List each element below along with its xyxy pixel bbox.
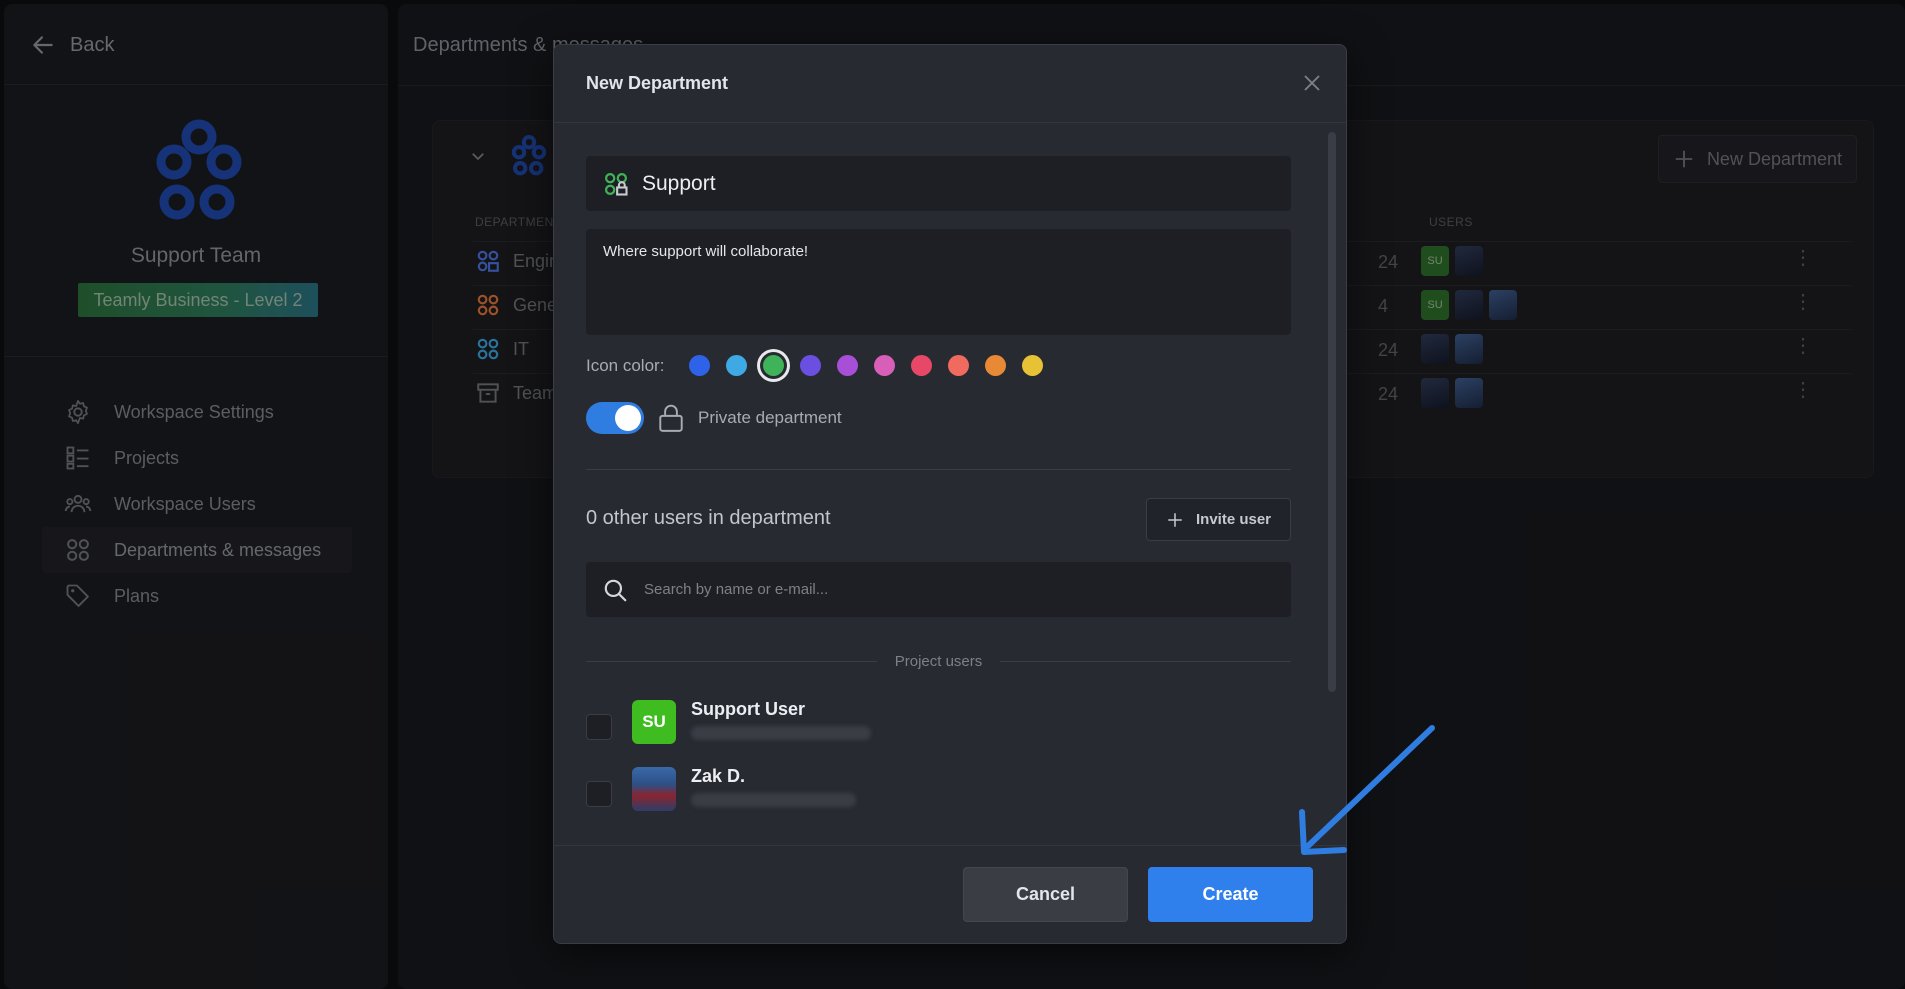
user-search[interactable]	[586, 562, 1291, 617]
department-icon	[604, 172, 628, 196]
plus-icon	[1168, 512, 1182, 527]
department-description-field[interactable]: Where support will collaborate!	[586, 229, 1291, 335]
close-icon[interactable]	[1298, 69, 1326, 97]
icon-color-picker: Icon color:	[586, 355, 1051, 376]
section-label: Project users	[894, 653, 983, 670]
department-name-input[interactable]	[642, 171, 1242, 196]
create-button[interactable]: Create	[1148, 867, 1313, 922]
annotation-arrow-icon	[1299, 725, 1435, 855]
users-count-label: 0 other users in department	[586, 507, 831, 529]
department-name-field[interactable]	[586, 156, 1291, 211]
avatar	[632, 767, 676, 811]
modal-title: New Department	[554, 45, 1346, 123]
icon-color-label: Icon color:	[586, 355, 665, 375]
scrollbar[interactable]	[1328, 132, 1336, 692]
toggle-knob	[615, 405, 641, 431]
color-swatch-yellow[interactable]	[1022, 355, 1044, 376]
new-department-modal: New Department Where support will collab…	[553, 44, 1347, 944]
color-swatch-light-blue[interactable]	[726, 355, 748, 376]
private-department-label: Private department	[698, 408, 842, 427]
divider	[586, 469, 1291, 470]
user-checkbox[interactable]	[586, 714, 612, 740]
private-department-row: Private department	[586, 402, 842, 434]
color-swatch-blue[interactable]	[689, 355, 711, 376]
color-swatch-purple[interactable]	[837, 355, 859, 376]
divider	[1000, 661, 1292, 662]
divider	[586, 661, 877, 662]
modal-footer: Cancel Create	[554, 845, 1346, 943]
invite-user-label: Invite user	[1195, 511, 1272, 528]
user-checkbox[interactable]	[586, 781, 612, 807]
color-swatch-salmon[interactable]	[948, 355, 970, 376]
user-name: Zak D.	[691, 766, 746, 786]
app-root: Back Support Team Teamly Business - Leve…	[0, 0, 1905, 989]
project-users-section: Project users	[586, 653, 1292, 670]
user-list-item[interactable]: Zak D.	[586, 766, 856, 811]
color-swatch-pink[interactable]	[874, 355, 896, 376]
color-swatch-indigo[interactable]	[800, 355, 822, 376]
avatar: SU	[632, 700, 676, 744]
modal-body: Where support will collaborate! Icon col…	[554, 124, 1346, 891]
color-swatch-red[interactable]	[911, 355, 933, 376]
user-email-redacted	[691, 793, 856, 807]
private-toggle[interactable]	[586, 402, 644, 434]
user-info: Zak D.	[691, 766, 856, 807]
user-info: Support User	[691, 699, 871, 740]
color-swatch-green[interactable]	[763, 355, 785, 376]
color-swatch-orange[interactable]	[985, 355, 1007, 376]
invite-user-button[interactable]: Invite user	[1146, 498, 1291, 541]
search-input[interactable]	[644, 581, 1244, 598]
user-list-item[interactable]: SU Support User	[586, 699, 871, 744]
lock-icon	[659, 404, 683, 432]
user-email-redacted	[691, 726, 871, 740]
user-name: Support User	[691, 699, 806, 719]
search-icon	[604, 579, 627, 601]
cancel-button[interactable]: Cancel	[963, 867, 1128, 922]
